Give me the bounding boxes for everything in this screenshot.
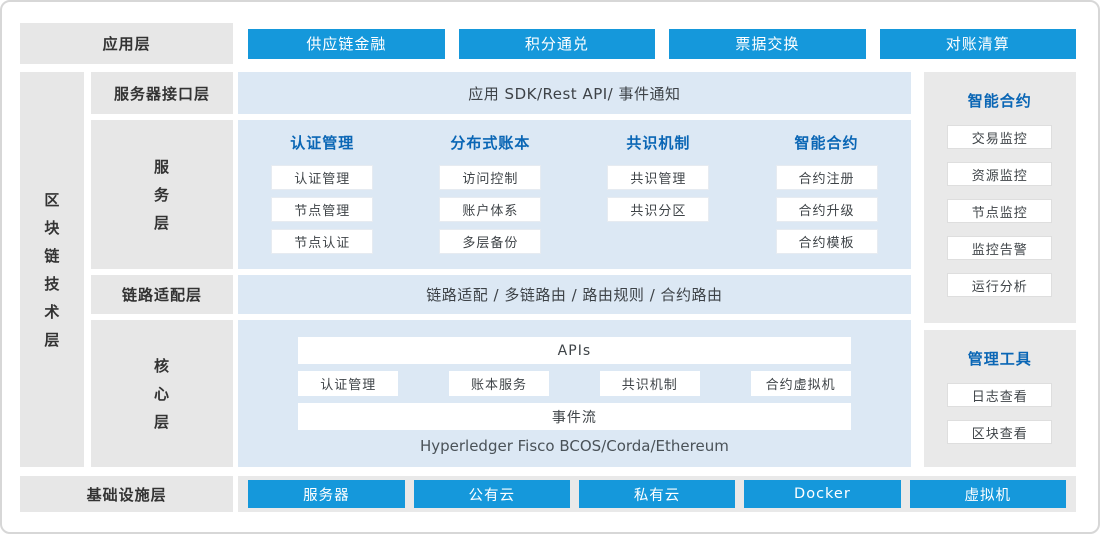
service-item: 多层备份 (439, 229, 541, 254)
service-item: 共识管理 (607, 165, 709, 190)
infra-item-docker: Docker (744, 480, 900, 508)
service-layer-label: 服务层 (91, 120, 233, 269)
app-item-points-exchange: 积分通兑 (459, 29, 655, 59)
server-interface-layer-label: 服务器接口层 (91, 72, 233, 114)
application-layer-row: 应用层 供应链金融 积分通兑 票据交换 对账清算 (20, 23, 1076, 64)
blockchain-architecture-diagram: 应用层 供应链金融 积分通兑 票据交换 对账清算 区块链技术层 服务器接口层 服… (0, 0, 1100, 534)
service-item: 节点管理 (271, 197, 373, 222)
core-module: 共识机制 (600, 371, 700, 396)
blockchain-technology-layer: 区块链技术层 服务器接口层 服务层 链路适配层 核心层 应用 SDK/Rest … (20, 72, 1076, 467)
right-panels-column: 智能合约 交易监控 资源监控 节点监控 监控告警 运行分析 管理工具 日志查看 … (924, 72, 1076, 467)
service-group-auth: 认证管理 认证管理 节点管理 节点认证 (238, 132, 406, 269)
service-group-distributed-ledger: 分布式账本 访问控制 账户体系 多层备份 (406, 132, 574, 269)
service-layer-panel: 认证管理 认证管理 节点管理 节点认证 分布式账本 访问控制 账户体系 多层备份… (238, 120, 910, 269)
service-group-smart-contract: 智能合约 合约注册 合约升级 合约模板 (742, 132, 910, 269)
service-item: 访问控制 (439, 165, 541, 190)
service-group-title: 认证管理 (290, 132, 354, 153)
application-layer-items: 供应链金融 积分通兑 票据交换 对账清算 (238, 23, 1076, 64)
monitor-item: 资源监控 (947, 162, 1052, 186)
core-apis-bar: APIs (298, 337, 850, 364)
link-adaptation-content: 链路适配 / 多链路由 / 路由规则 / 合约路由 (238, 275, 910, 314)
infrastructure-layer-label: 基础设施层 (20, 476, 233, 512)
core-module: 合约虚拟机 (751, 371, 851, 396)
core-event-stream-bar: 事件流 (298, 403, 850, 430)
infra-item-server: 服务器 (248, 480, 404, 508)
tools-item: 日志查看 (947, 383, 1052, 407)
core-module: 认证管理 (298, 371, 398, 396)
infrastructure-layer-row: 基础设施层 服务器 公有云 私有云 Docker 虚拟机 (20, 476, 1076, 512)
infra-item-public-cloud: 公有云 (414, 480, 570, 508)
service-group-title: 共识机制 (626, 132, 690, 153)
service-item: 认证管理 (271, 165, 373, 190)
smart-contract-monitor-panel: 智能合约 交易监控 资源监控 节点监控 监控告警 运行分析 (924, 72, 1076, 323)
application-layer-label: 应用层 (20, 23, 233, 64)
monitor-item: 运行分析 (947, 273, 1052, 297)
main-content-column: 应用 SDK/Rest API/ 事件通知 认证管理 认证管理 节点管理 节点认… (238, 72, 910, 467)
core-layer-label: 核心层 (91, 320, 233, 467)
link-adaptation-layer-label: 链路适配层 (91, 275, 233, 314)
infrastructure-layer-items: 服务器 公有云 私有云 Docker 虚拟机 (238, 476, 1076, 512)
service-item: 合约升级 (776, 197, 878, 222)
core-module: 账本服务 (449, 371, 549, 396)
core-layer-panel: APIs 认证管理 账本服务 共识机制 合约虚拟机 事件流 Hyperledge… (238, 320, 910, 467)
monitor-panel-title: 智能合约 (968, 90, 1032, 111)
tools-item: 区块查看 (947, 420, 1052, 444)
management-tools-panel: 管理工具 日志查看 区块查看 (924, 330, 1076, 467)
monitor-item: 交易监控 (947, 125, 1052, 149)
service-item: 账户体系 (439, 197, 541, 222)
core-platforms-text: Hyperledger Fisco BCOS/Corda/Ethereum (298, 437, 850, 455)
blockchain-tech-layer-label: 区块链技术层 (20, 72, 84, 467)
service-item: 合约注册 (776, 165, 878, 190)
service-group-title: 分布式账本 (450, 132, 530, 153)
service-group-consensus: 共识机制 共识管理 共识分区 (574, 132, 742, 269)
tools-panel-title: 管理工具 (968, 348, 1032, 369)
service-item: 合约模板 (776, 229, 878, 254)
sublayer-labels-column: 服务器接口层 服务层 链路适配层 核心层 (91, 72, 233, 467)
app-item-bill-exchange: 票据交换 (669, 29, 865, 59)
app-item-reconciliation-clearing: 对账清算 (880, 29, 1076, 59)
monitor-item: 节点监控 (947, 199, 1052, 223)
service-group-title: 智能合约 (795, 132, 859, 153)
app-item-supply-chain-finance: 供应链金融 (248, 29, 444, 59)
service-item: 共识分区 (607, 197, 709, 222)
core-modules-row: 认证管理 账本服务 共识机制 合约虚拟机 (298, 371, 850, 396)
server-interface-content: 应用 SDK/Rest API/ 事件通知 (238, 72, 910, 114)
monitor-item: 监控告警 (947, 236, 1052, 260)
infra-item-virtual-machine: 虚拟机 (910, 480, 1066, 508)
infra-item-private-cloud: 私有云 (579, 480, 735, 508)
service-item: 节点认证 (271, 229, 373, 254)
